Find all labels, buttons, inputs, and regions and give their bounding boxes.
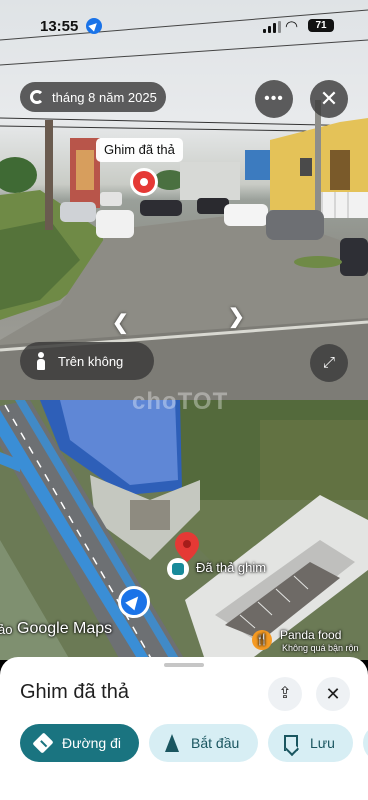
navigation-icon xyxy=(165,734,179,752)
close-icon: ✕ xyxy=(319,86,339,111)
more-actions-chip[interactable] xyxy=(363,724,368,762)
aerial-view-button[interactable]: Trên không xyxy=(20,342,154,380)
poi-busy-status: Không quá bận rộn xyxy=(282,643,359,653)
cellular-signal-icon xyxy=(263,21,281,33)
location-services-icon xyxy=(86,18,102,34)
google-maps-attribution: Google Maps xyxy=(17,620,113,637)
dropped-pin-marker-icon[interactable] xyxy=(167,558,189,580)
move-right-arrow-icon[interactable]: ❯ xyxy=(228,304,250,328)
street-view-pin-label[interactable]: Ghim đã thả xyxy=(96,138,183,162)
move-left-arrow-icon[interactable]: ❮ xyxy=(112,310,134,334)
wifi-icon: ◠ xyxy=(285,18,299,35)
close-icon: ✕ xyxy=(325,684,341,704)
capture-date: tháng 8 năm 2025 xyxy=(52,89,157,105)
capture-date-pill[interactable]: tháng 8 năm 2025 xyxy=(20,82,166,112)
bookmark-icon xyxy=(284,735,298,751)
close-street-view-button[interactable]: ✕ xyxy=(310,80,348,118)
satellite-map[interactable]: Đã thả ghim Panda food Không quá bận rộn… xyxy=(0,400,368,660)
street-view-panel[interactable]: 13:55 ◠ 71 tháng 8 năm 2025 ••• ✕ Ghim đ… xyxy=(0,0,368,400)
partial-place-label: ảo xyxy=(0,622,13,637)
expand-street-view-button[interactable]: ⤢ xyxy=(310,344,348,382)
pegman-icon xyxy=(36,352,46,370)
sheet-drag-handle[interactable] xyxy=(164,663,204,667)
place-title: Ghim đã thả xyxy=(20,681,129,703)
google-g-icon xyxy=(30,90,44,104)
start-navigation-button[interactable]: Bắt đầu xyxy=(149,724,258,762)
share-icon: ⇪ xyxy=(278,685,292,702)
battery-level: 71 xyxy=(308,19,334,32)
street-view-image[interactable] xyxy=(0,0,368,400)
dropped-pin-icon[interactable] xyxy=(130,168,158,196)
expand-icon: ⤢ xyxy=(322,354,335,371)
save-button[interactable]: Lưu xyxy=(268,724,353,762)
poi-name[interactable]: Panda food xyxy=(280,628,341,642)
more-options-button[interactable]: ••• xyxy=(255,80,293,118)
save-label: Lưu xyxy=(310,735,335,751)
close-sheet-button[interactable]: ✕ xyxy=(316,677,350,711)
aerial-view-label: Trên không xyxy=(58,353,124,369)
directions-button[interactable]: Đường đi xyxy=(20,724,139,762)
directions-icon xyxy=(32,732,54,754)
dropped-pin-map-label[interactable]: Đã thả ghim xyxy=(196,560,266,575)
more-horiz-icon: ••• xyxy=(264,90,284,107)
action-chip-row: Đường đi Bắt đầu Lưu xyxy=(20,724,368,762)
my-location-icon[interactable] xyxy=(118,586,150,618)
status-bar: 13:55 ◠ 71 xyxy=(0,0,368,50)
status-time: 13:55 xyxy=(40,18,79,35)
directions-label: Đường đi xyxy=(61,735,121,751)
start-label: Bắt đầu xyxy=(191,735,240,751)
place-bottom-sheet[interactable]: Ghim đã thả ⇪ ✕ Đường đi Bắt đầu Lưu xyxy=(0,657,368,800)
share-button[interactable]: ⇪ xyxy=(268,677,302,711)
watermark-logo: choTOT xyxy=(132,388,229,415)
fork-knife-icon: 🍴 xyxy=(255,634,269,646)
